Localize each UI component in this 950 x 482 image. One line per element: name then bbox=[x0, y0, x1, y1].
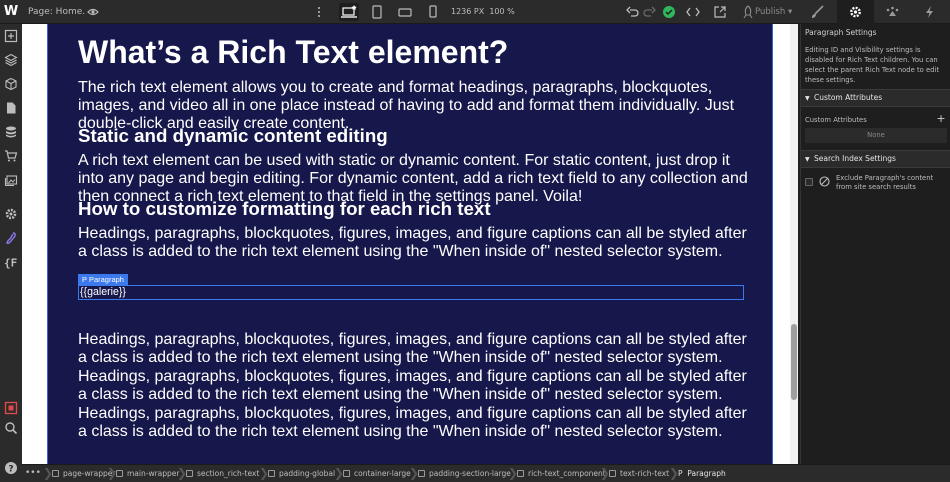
landscape-breakpoint-icon[interactable] bbox=[396, 3, 414, 21]
selected-element-tag[interactable]: P Paragraph bbox=[78, 274, 128, 285]
tab-interactions[interactable] bbox=[874, 0, 911, 24]
breadcrumb-page-wrapper[interactable]: ❯ page-wrapper bbox=[43, 465, 115, 482]
custom-attributes-section-header[interactable]: ▼ Custom Attributes bbox=[801, 89, 950, 107]
components-icon[interactable] bbox=[4, 77, 18, 91]
visibility-toggle-icon bbox=[818, 175, 831, 188]
brand-icon[interactable] bbox=[4, 231, 18, 245]
svg-text:{F: {F bbox=[4, 257, 17, 270]
publish-label: Publish bbox=[755, 7, 786, 17]
selected-paragraph[interactable]: {{galerie}} bbox=[78, 285, 744, 300]
chevron-down-icon: ▾ bbox=[788, 7, 793, 17]
attributes-empty-state: None bbox=[805, 128, 947, 143]
webflow-logo[interactable]: W bbox=[0, 0, 22, 24]
designer-canvas[interactable]: What’s a Rich Text element? The rich tex… bbox=[22, 24, 798, 464]
top-bar: W Page: Home. 1236 PX 100 % Publish ▾ bbox=[0, 0, 950, 24]
rich-text-paragraph[interactable]: Headings, paragraphs, blockquotes, figur… bbox=[78, 405, 750, 441]
add-panel-icon[interactable] bbox=[4, 29, 18, 43]
redo-icon[interactable] bbox=[640, 3, 658, 21]
rich-text-heading-1[interactable]: What’s a Rich Text element? bbox=[78, 34, 750, 71]
variables-icon[interactable]: {F bbox=[4, 255, 18, 270]
exclude-search-checkbox[interactable] bbox=[805, 178, 813, 186]
breadcrumb-container-large[interactable]: ❯ container-large bbox=[334, 465, 411, 482]
tab-lightning[interactable] bbox=[911, 0, 948, 24]
navigator-icon[interactable] bbox=[4, 53, 18, 67]
search-icon[interactable] bbox=[4, 421, 18, 435]
rich-text-paragraph[interactable]: Headings, paragraphs, blockquotes, figur… bbox=[78, 368, 750, 404]
breadcrumb-more[interactable]: ••• bbox=[25, 465, 41, 482]
canvas-scrollbar[interactable] bbox=[790, 24, 798, 464]
rich-text-paragraph[interactable]: Headings, paragraphs, blockquotes, figur… bbox=[78, 331, 750, 367]
breadcrumb-section-rich-text[interactable]: ❯ section_rich-text bbox=[177, 465, 259, 482]
canvas-zoom[interactable]: 100 % bbox=[489, 7, 514, 16]
settings-gear-icon bbox=[850, 6, 861, 18]
share-icon[interactable] bbox=[711, 3, 729, 21]
rich-text-heading-customize[interactable]: How to customize formatting for each ric… bbox=[78, 198, 750, 220]
canvas-width: 1236 PX bbox=[451, 7, 485, 16]
canvas-dimensions: 1236 PX 100 % bbox=[451, 0, 515, 24]
style-brush-icon bbox=[812, 5, 824, 18]
breadcrumb-rich-text-component[interactable]: ❯ rich-text_component bbox=[508, 465, 606, 482]
settings-panel: Paragraph Settings Editing ID and Visibi… bbox=[800, 24, 950, 464]
panel-tabs bbox=[800, 0, 950, 24]
caret-down-icon: ▼ bbox=[805, 95, 810, 102]
desktop-breakpoint-icon[interactable] bbox=[339, 3, 359, 21]
page-selector[interactable]: Page: Home. bbox=[28, 0, 85, 24]
section-title: Custom Attributes bbox=[814, 93, 883, 102]
assets-icon[interactable] bbox=[4, 173, 18, 187]
more-vertical-icon[interactable] bbox=[314, 3, 324, 21]
paragraph-icon: P bbox=[678, 469, 688, 478]
settings-icon[interactable] bbox=[4, 207, 18, 221]
plus-icon: + bbox=[936, 112, 946, 125]
exclude-search-label: Exclude Paragraph's content from site se… bbox=[836, 174, 934, 191]
breadcrumb: ••• ❯ page-wrapper ❯ main-wrapper ❯ section… bbox=[22, 464, 950, 482]
left-toolbar: {F ? bbox=[0, 24, 22, 482]
breadcrumb-text-rich-text[interactable]: ❯ text-rich-text bbox=[600, 465, 669, 482]
help-icon[interactable]: ? bbox=[4, 461, 18, 475]
canvas-scrollbar-thumb[interactable] bbox=[791, 324, 797, 400]
lightning-icon bbox=[926, 6, 933, 18]
breadcrumb-padding-section-large[interactable]: ❯ padding-section-large bbox=[409, 465, 511, 482]
pages-icon[interactable] bbox=[4, 101, 18, 115]
add-attribute-button[interactable]: + bbox=[935, 112, 947, 125]
breadcrumb-main-wrapper[interactable]: ❯ main-wrapper bbox=[107, 465, 179, 482]
disabled-settings-notice: Editing ID and Visibility settings is di… bbox=[805, 46, 939, 84]
breadcrumb-paragraph[interactable]: ❯ P Paragraph bbox=[669, 465, 726, 482]
preview-eye-icon[interactable] bbox=[87, 6, 99, 18]
search-index-section-header[interactable]: ▼ Search Index Settings bbox=[801, 150, 950, 168]
panel-title: Paragraph Settings bbox=[805, 28, 877, 37]
tab-style[interactable] bbox=[800, 0, 837, 24]
code-export-icon[interactable] bbox=[684, 3, 702, 21]
tab-settings[interactable] bbox=[837, 0, 874, 24]
publish-button[interactable]: Publish ▾ bbox=[755, 0, 792, 24]
cms-icon[interactable] bbox=[4, 125, 18, 139]
interactions-icon bbox=[886, 6, 899, 16]
ecommerce-icon[interactable] bbox=[4, 149, 18, 163]
audit-icon[interactable] bbox=[4, 401, 18, 415]
rich-text-heading-static[interactable]: Static and dynamic content editing bbox=[78, 125, 750, 147]
custom-attributes-label: Custom Attributes bbox=[805, 116, 867, 124]
page-section[interactable]: What’s a Rich Text element? The rich tex… bbox=[47, 24, 773, 464]
tablet-breakpoint-icon[interactable] bbox=[368, 3, 386, 21]
saved-check-icon bbox=[660, 3, 678, 21]
section-title: Search Index Settings bbox=[814, 154, 896, 163]
caret-down-icon: ▼ bbox=[805, 156, 810, 163]
rich-text-paragraph[interactable]: Headings, paragraphs, blockquotes, figur… bbox=[78, 225, 750, 261]
mobile-breakpoint-icon[interactable] bbox=[424, 3, 442, 21]
svg-text:?: ? bbox=[8, 465, 13, 475]
breadcrumb-padding-global[interactable]: ❯ padding-global bbox=[259, 465, 335, 482]
